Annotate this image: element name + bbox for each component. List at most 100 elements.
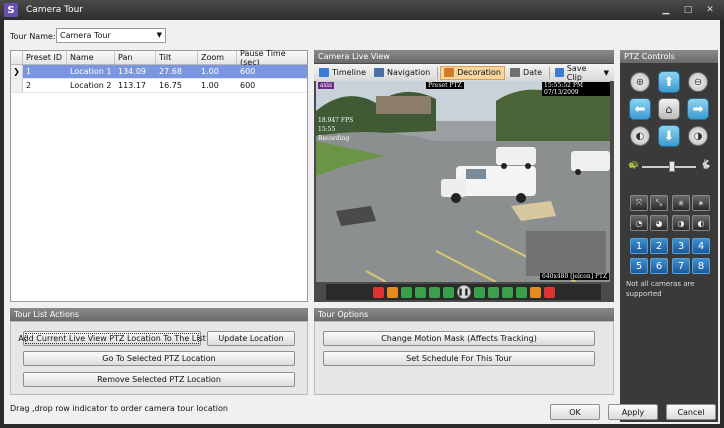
- step-back-icon[interactable]: [414, 286, 426, 298]
- column-header-zoom[interactable]: Zoom: [198, 51, 237, 64]
- table-cell: 1.00: [198, 65, 237, 78]
- fps-osd-label: 18.947 FPS: [318, 117, 354, 124]
- live-icon[interactable]: [543, 286, 555, 298]
- skip-forward-icon[interactable]: [529, 286, 541, 298]
- close-button[interactable]: ✕: [700, 3, 720, 17]
- window-title: Camera Tour: [26, 5, 84, 15]
- pause-icon[interactable]: ❚❚: [456, 285, 471, 299]
- preset-4-button[interactable]: 4: [692, 238, 710, 254]
- speed-slider[interactable]: 🐢 🐇: [628, 158, 711, 184]
- maximize-button[interactable]: □: [678, 3, 698, 17]
- slow-back-icon[interactable]: [428, 286, 440, 298]
- camera-brand-label: axis: [318, 82, 334, 89]
- collapse-icon[interactable]: ⤡: [650, 195, 668, 211]
- stop-icon[interactable]: [372, 286, 384, 298]
- zoom-out-icon[interactable]: ⊖: [688, 72, 708, 92]
- decoration-icon: [444, 68, 455, 77]
- column-header-name[interactable]: Name: [67, 51, 115, 64]
- status-hint: Drag ,drop row indicator to order camera…: [10, 404, 228, 413]
- tour-options-title: Tour Options: [314, 308, 614, 321]
- iris-open-icon[interactable]: ✳: [672, 195, 690, 211]
- table-cell: 1: [23, 65, 67, 78]
- table-cell: 600: [240, 81, 256, 90]
- speed-slider-thumb[interactable]: [668, 161, 675, 172]
- grid-header: Preset ID Name Pan Tilt Zoom Pause Time …: [11, 49, 307, 67]
- dialog-client-area: Tour Name: Camera Tour ▼ Preset ID Name …: [4, 20, 720, 424]
- column-header-tilt[interactable]: Tilt: [156, 51, 198, 64]
- remove-location-button[interactable]: Remove Selected PTZ Location: [23, 372, 295, 387]
- table-cell: Location 1: [67, 65, 115, 78]
- focus-near-icon[interactable]: ◐: [630, 126, 650, 146]
- slow-forward-icon[interactable]: [487, 286, 499, 298]
- decoration-button[interactable]: Decoration: [440, 65, 505, 80]
- pan-right-icon[interactable]: ➡: [687, 98, 709, 120]
- time-osd-label: 15:55: [318, 126, 336, 133]
- iris-close-icon[interactable]: ✴: [692, 195, 710, 211]
- column-header-pan[interactable]: Pan: [115, 51, 156, 64]
- auto-focus-icon[interactable]: ◔: [630, 215, 648, 231]
- minimize-button[interactable]: ▁: [656, 3, 676, 17]
- apply-button[interactable]: Apply: [608, 404, 658, 420]
- table-row[interactable]: 2 Location 2 113.17 16.75 1.00 600: [11, 79, 307, 93]
- table-cell: 16.75: [159, 81, 182, 90]
- parking-lot-scene-image: [316, 81, 610, 282]
- add-location-button[interactable]: Add Current Live View PTZ Location To Th…: [18, 331, 206, 346]
- ok-button[interactable]: OK: [550, 404, 600, 420]
- brightness-down-icon[interactable]: ◐: [692, 215, 710, 231]
- preset-3-button[interactable]: 3: [672, 238, 690, 254]
- table-cell: 134.09: [115, 65, 156, 78]
- ptz-controls-title: PTZ Controls: [620, 50, 718, 63]
- preset-6-button[interactable]: 6: [650, 258, 668, 274]
- brightness-up-icon[interactable]: ◑: [672, 215, 690, 231]
- row-drag-indicator[interactable]: [11, 79, 23, 92]
- pan-left-icon[interactable]: ⬅: [629, 98, 651, 120]
- column-header-preset-id[interactable]: Preset ID: [23, 51, 67, 64]
- home-icon[interactable]: ⌂: [658, 98, 680, 120]
- table-cell: Location 2: [70, 81, 112, 90]
- preset-grid: Preset ID Name Pan Tilt Zoom Pause Time …: [10, 49, 308, 302]
- chevron-down-icon: ▼: [156, 31, 162, 39]
- navigation-icon: [374, 68, 385, 77]
- preset-5-button[interactable]: 5: [630, 258, 648, 274]
- table-cell: 27.68: [156, 65, 198, 78]
- go-to-location-button[interactable]: Go To Selected PTZ Location: [23, 351, 295, 366]
- change-motion-mask-button[interactable]: Change Motion Mask (Affects Tracking): [323, 331, 595, 346]
- save-clip-button[interactable]: Save Clip ▼: [552, 64, 612, 82]
- playback-controls: ❚❚: [326, 284, 601, 300]
- tour-name-value: Camera Tour: [60, 31, 111, 40]
- camera-live-view-panel: Camera Live View Timeline Navigation Dec…: [314, 50, 614, 302]
- preset-osd-label: Preset PTZ: [426, 82, 464, 89]
- skip-back-icon[interactable]: [386, 286, 398, 298]
- preset-2-button[interactable]: 2: [650, 238, 668, 254]
- toolbar-divider: [549, 66, 550, 79]
- camera-live-view-title: Camera Live View: [314, 50, 614, 63]
- column-header-pause-time[interactable]: Pause Time (sec): [237, 49, 307, 67]
- rewind-icon[interactable]: [400, 286, 412, 298]
- table-cell: 2: [26, 81, 32, 90]
- table-row[interactable]: ❯ 1 Location 1 134.09 27.68 1.00 600: [11, 65, 307, 79]
- tour-name-dropdown[interactable]: Camera Tour ▼: [56, 28, 166, 43]
- preset-8-button[interactable]: 8: [692, 258, 710, 274]
- frame-forward-icon[interactable]: [473, 286, 485, 298]
- resolution-osd-label: 640x480 [jelcon] PTZ: [540, 273, 610, 280]
- preset-1-button[interactable]: 1: [630, 238, 648, 254]
- manual-focus-icon[interactable]: ◕: [650, 215, 668, 231]
- camera-video-frame[interactable]: axis Preset PTZ 15:55:52 PM 07/13/2009 1…: [316, 81, 610, 282]
- turtle-icon: 🐢: [628, 160, 640, 170]
- fast-forward-icon[interactable]: [515, 286, 527, 298]
- expand-icon[interactable]: ⤧: [630, 195, 648, 211]
- focus-far-icon[interactable]: ◑: [688, 126, 708, 146]
- cancel-button[interactable]: Cancel: [666, 404, 716, 420]
- row-drag-indicator[interactable]: ❯: [11, 65, 23, 78]
- pan-down-icon[interactable]: ⬇: [658, 125, 680, 147]
- frame-back-icon[interactable]: [442, 286, 454, 298]
- update-location-button[interactable]: Update Location: [207, 331, 295, 346]
- date-button[interactable]: Date: [507, 66, 545, 80]
- zoom-in-icon[interactable]: ⊕: [630, 72, 650, 92]
- navigation-button[interactable]: Navigation: [371, 66, 433, 80]
- preset-7-button[interactable]: 7: [672, 258, 690, 274]
- step-forward-icon[interactable]: [501, 286, 513, 298]
- timeline-button[interactable]: Timeline: [316, 66, 369, 80]
- set-schedule-button[interactable]: Set Schedule For This Tour: [323, 351, 595, 366]
- pan-up-icon[interactable]: ⬆: [658, 71, 680, 93]
